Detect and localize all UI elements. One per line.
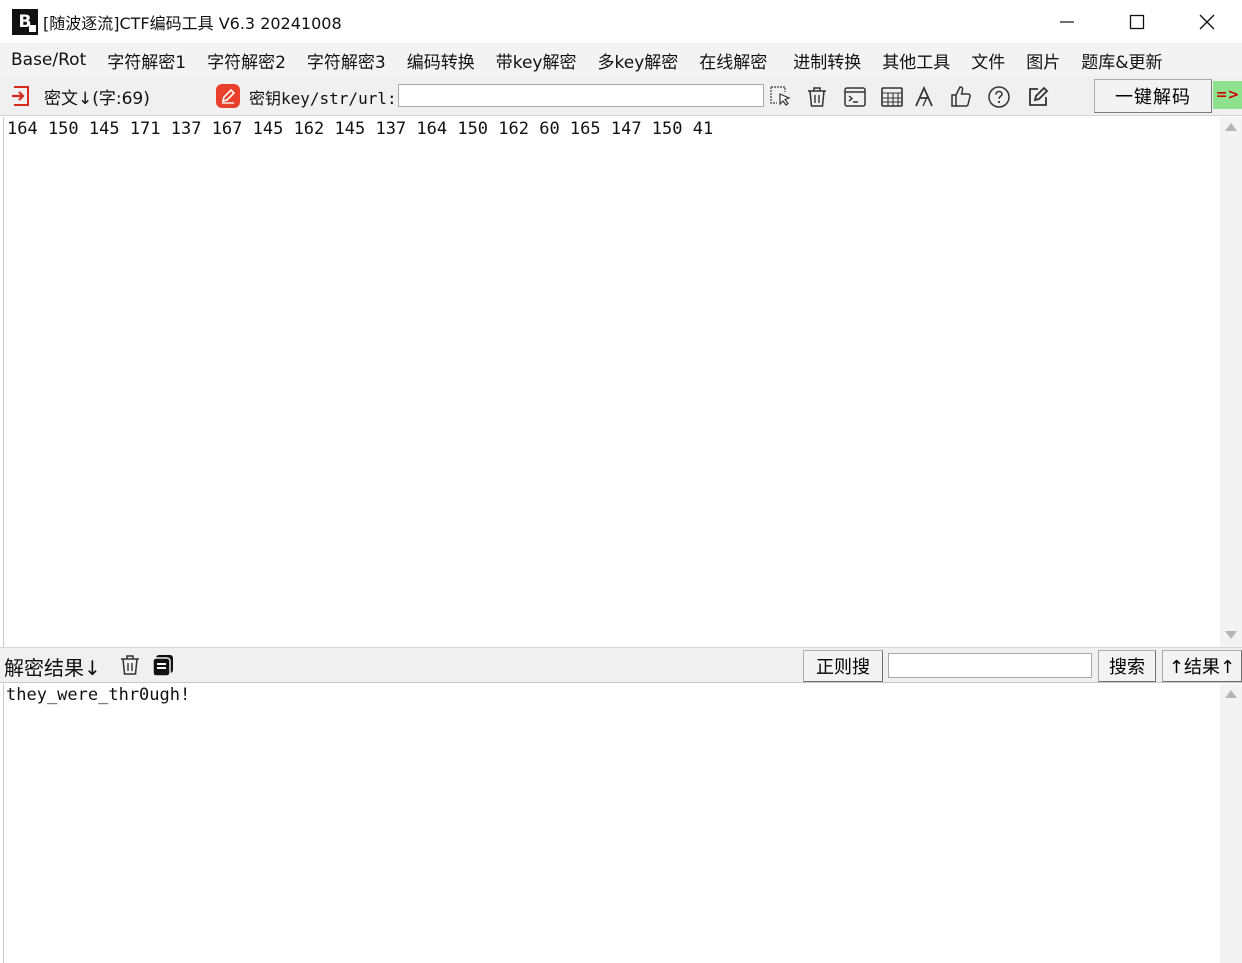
trash-icon: [121, 655, 139, 675]
menu-base-rot[interactable]: Base/Rot: [0, 50, 96, 70]
one-click-decode-button[interactable]: 一键解码: [1094, 79, 1212, 113]
result-label: 解密结果↓: [4, 656, 101, 680]
copy-icon: [152, 655, 173, 677]
clear-cipher-button[interactable]: [804, 84, 830, 110]
scroll-up-arrow-icon[interactable]: [1225, 123, 1237, 131]
toolbar: 密文↓(字:69) 密钥key/str/url: 一键解码: [0, 76, 1242, 116]
app-logo: B: [12, 8, 38, 35]
thumbs-up-icon: [951, 86, 971, 107]
menu-key-decrypt[interactable]: 带key解密: [485, 48, 587, 73]
scroll-up-arrow-icon[interactable]: [1225, 690, 1237, 698]
switch-tag[interactable]: =>: [1213, 81, 1242, 109]
table-button[interactable]: [879, 84, 905, 110]
minimize-button[interactable]: [1032, 0, 1102, 44]
menu-bar: Base/Rot 字符解密1 字符解密2 字符解密3 编码转换 带key解密 多…: [0, 44, 1242, 76]
notes-button[interactable]: [1025, 84, 1051, 110]
result-scrollbar[interactable]: [1220, 684, 1242, 963]
key-label: 密钥key/str/url:: [249, 89, 397, 108]
select-button[interactable]: [768, 84, 794, 110]
help-button[interactable]: [986, 84, 1012, 110]
title-bar: B [随波逐流]CTF编码工具 V6.3 20241008: [0, 0, 1242, 44]
result-toolbar: 解密结果↓ 正则搜 搜索 ↑结果↑: [0, 647, 1242, 683]
import-button[interactable]: [10, 84, 34, 108]
menu-questions-update[interactable]: 题库&更新: [1070, 48, 1172, 73]
menu-char-decrypt-2[interactable]: 字符解密2: [196, 48, 296, 73]
close-icon: [1199, 14, 1215, 30]
cipher-label: 密文↓(字:69): [44, 89, 150, 109]
regex-search-button[interactable]: 正则搜: [803, 650, 883, 682]
cipher-scrollbar[interactable]: [1220, 117, 1242, 647]
menu-other-tools[interactable]: 其他工具: [871, 48, 960, 73]
question-mark-icon: [988, 86, 1010, 108]
result-text: they_were_thr0ugh!: [6, 685, 191, 705]
terminal-button[interactable]: [842, 84, 868, 110]
table-icon: [881, 87, 903, 107]
menu-char-decrypt-3[interactable]: 字符解密3: [296, 48, 396, 73]
menu-multi-key-decrypt[interactable]: 多key解密: [587, 48, 689, 73]
menu-image[interactable]: 图片: [1015, 48, 1070, 73]
result-textarea[interactable]: they_were_thr0ugh!: [3, 684, 1220, 963]
result-to-cipher-button[interactable]: ↑结果↑: [1162, 650, 1242, 682]
search-button[interactable]: 搜索: [1098, 650, 1156, 682]
maximize-button[interactable]: [1102, 0, 1172, 44]
import-icon: [12, 86, 29, 106]
minimize-icon: [1060, 21, 1074, 23]
trash-icon: [808, 87, 826, 107]
menu-file[interactable]: 文件: [960, 48, 1015, 73]
window-title: [随波逐流]CTF编码工具 V6.3 20241008: [43, 13, 342, 33]
maximize-icon: [1129, 14, 1145, 30]
key-edit-button[interactable]: [216, 84, 240, 108]
cursor-select-icon: [770, 86, 791, 106]
menu-char-decrypt-1[interactable]: 字符解密1: [96, 48, 196, 73]
cipher-textarea[interactable]: 164 150 145 171 137 167 145 162 145 137 …: [3, 117, 1220, 647]
menu-online-decrypt[interactable]: 在线解密: [688, 48, 777, 73]
menu-base-convert[interactable]: 进制转换: [777, 48, 871, 73]
menu-encoding-convert[interactable]: 编码转换: [396, 48, 485, 73]
terminal-icon: [844, 87, 866, 107]
font-button[interactable]: [912, 84, 938, 110]
pencil-icon: [216, 84, 240, 108]
close-button[interactable]: [1172, 0, 1242, 44]
cipher-text: 164 150 145 171 137 167 145 162 145 137 …: [7, 119, 714, 139]
search-input[interactable]: [888, 653, 1092, 678]
edit-note-icon: [1029, 86, 1049, 106]
letter-a-icon: [915, 85, 933, 107]
window-controls: [1032, 0, 1242, 44]
clear-result-button[interactable]: [118, 653, 142, 677]
key-input[interactable]: [398, 84, 764, 107]
copy-result-button[interactable]: [151, 653, 175, 677]
like-button[interactable]: [948, 84, 974, 110]
scroll-down-arrow-icon[interactable]: [1225, 631, 1237, 639]
